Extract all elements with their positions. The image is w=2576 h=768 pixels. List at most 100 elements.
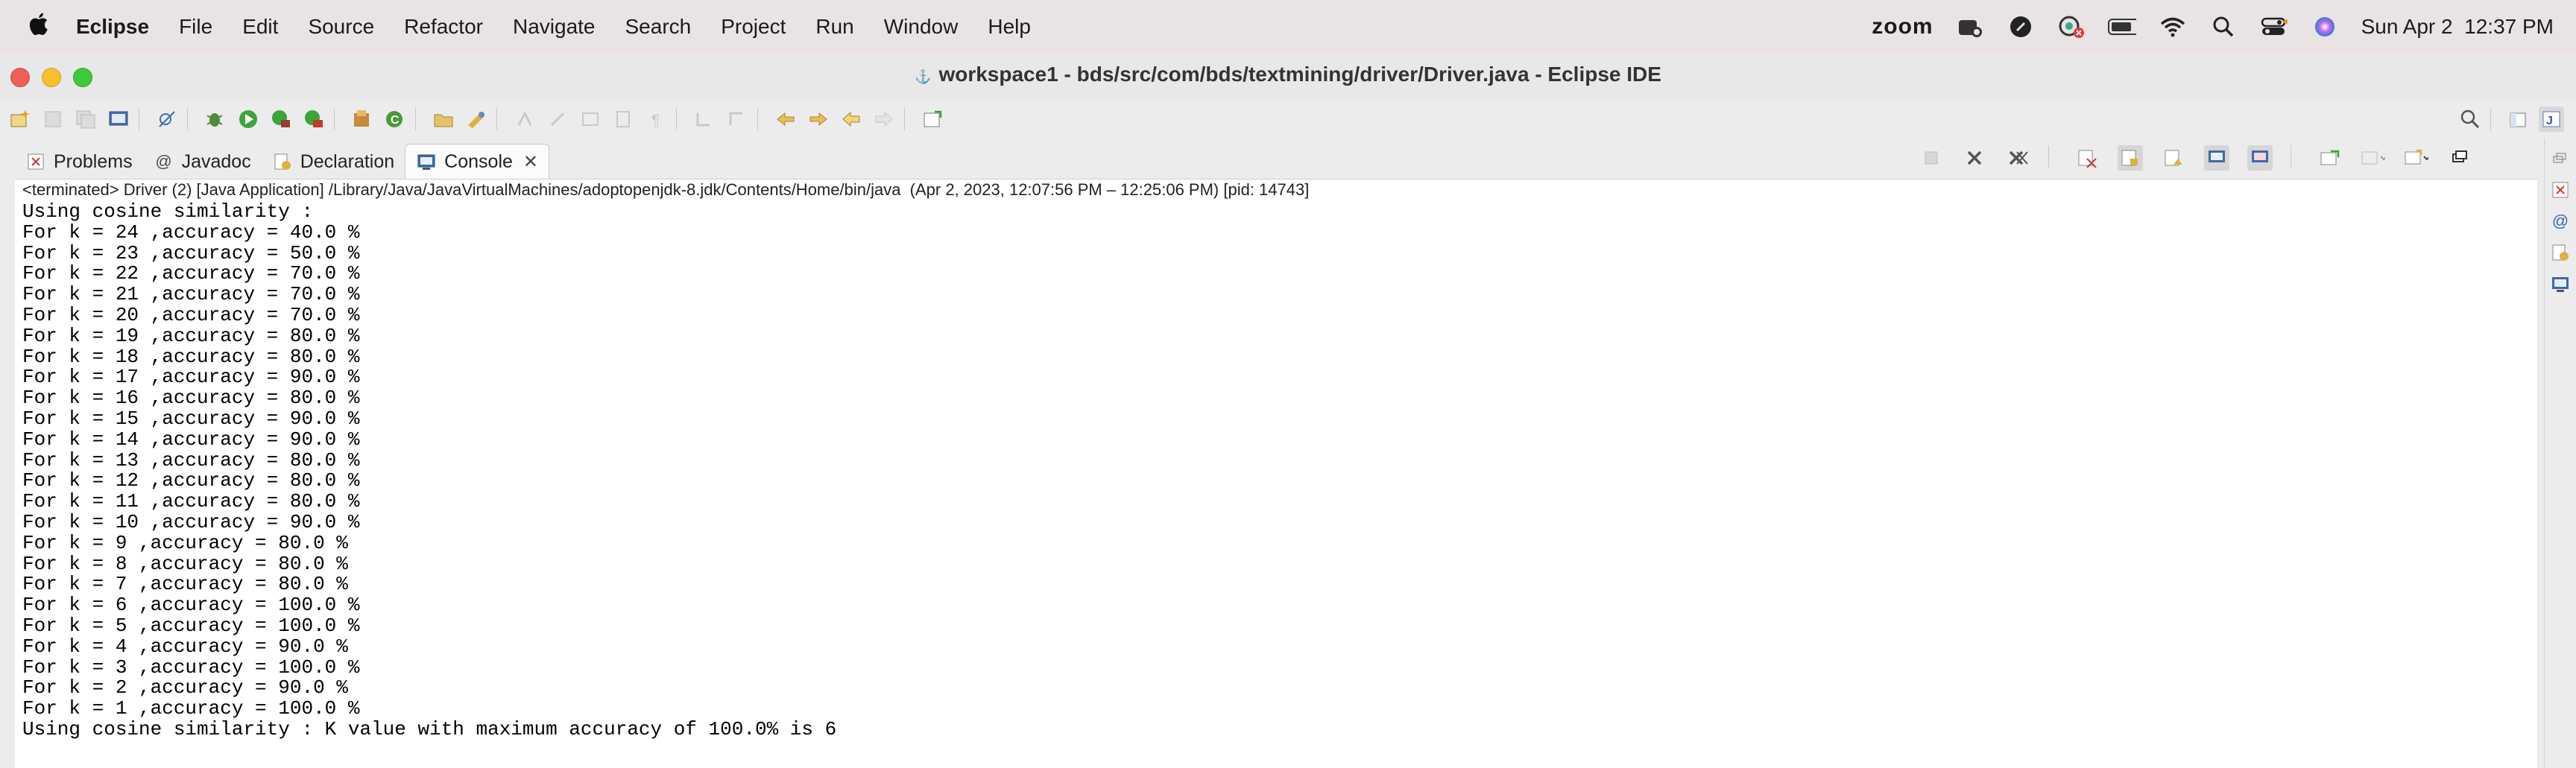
console-line: For k = 5 ,accuracy = 100.0 % — [22, 614, 360, 637]
console-line: For k = 4 ,accuracy = 90.0 % — [22, 635, 348, 658]
console-line: For k = 14 ,accuracy = 90.0 % — [22, 428, 360, 451]
display-selected-console-icon[interactable] — [2360, 145, 2385, 171]
console-line: For k = 23 ,accuracy = 50.0 % — [22, 241, 360, 264]
menu-edit[interactable]: Edit — [242, 15, 278, 39]
svg-text:C: C — [391, 114, 400, 127]
toggle-block-selection-icon[interactable] — [545, 107, 570, 132]
console-line: For k = 24 ,accuracy = 40.0 % — [22, 220, 360, 244]
status-tray: zoom Sun Apr 2 12:37 PM — [1872, 0, 2554, 54]
java-perspective-icon[interactable]: J — [2539, 107, 2564, 132]
pen-nib-icon[interactable] — [2007, 13, 2035, 41]
scroll-lock-icon[interactable] — [2118, 145, 2143, 171]
wifi-icon[interactable] — [2159, 13, 2187, 41]
at-sign-icon[interactable]: @ — [2549, 210, 2572, 232]
declaration-icon[interactable] — [2549, 241, 2572, 264]
menu-navigate[interactable]: Navigate — [513, 15, 596, 39]
apple-icon[interactable] — [27, 11, 57, 43]
tab-console[interactable]: Console ✕ — [405, 144, 550, 179]
next-annotation-icon[interactable] — [692, 107, 717, 132]
toggle-breadcrumb-icon[interactable] — [578, 107, 603, 132]
clear-console-icon[interactable] — [2074, 145, 2100, 171]
control-center-icon[interactable] — [2260, 13, 2288, 41]
toggle-mark-occurrences-icon[interactable] — [512, 107, 537, 132]
remove-launch-icon[interactable] — [1962, 145, 1987, 171]
window-title: ⚓ workspace1 - bds/src/com/bds/textmining… — [0, 63, 2576, 86]
console-output[interactable]: Using cosine similarity : For k = 24 ,acc… — [22, 200, 836, 740]
svg-text:¶: ¶ — [651, 112, 660, 129]
problems-icon[interactable] — [2549, 179, 2572, 201]
save-icon[interactable] — [40, 107, 66, 132]
console-line: For k = 8 ,accuracy = 80.0 % — [22, 552, 348, 575]
console-line: Using cosine similarity : — [22, 200, 314, 223]
time-machine-icon[interactable] — [1956, 13, 1984, 41]
run-external-tool-icon[interactable] — [268, 107, 294, 132]
close-icon[interactable]: ✕ — [523, 151, 538, 173]
menu-search[interactable]: Search — [625, 15, 692, 39]
menu-run[interactable]: Run — [815, 15, 853, 39]
console-line: For k = 11 ,accuracy = 80.0 % — [22, 490, 360, 513]
screen-share-blocked-icon[interactable] — [2057, 13, 2086, 41]
siri-icon[interactable] — [2311, 13, 2339, 41]
menu-window[interactable]: Window — [884, 15, 959, 39]
tab-declaration[interactable]: Declaration — [262, 145, 405, 179]
minimize-view-icon[interactable] — [2446, 145, 2472, 171]
back-icon[interactable] — [839, 107, 864, 132]
new-wizard-icon[interactable] — [7, 107, 33, 132]
show-console-on-stdout-icon[interactable] — [2204, 145, 2229, 171]
debug-icon[interactable] — [203, 107, 228, 132]
toolbar-separator — [334, 108, 335, 130]
open-console-menu-icon[interactable] — [2403, 145, 2428, 171]
console-line: For k = 15 ,accuracy = 90.0 % — [22, 407, 360, 430]
console-line: For k = 6 ,accuracy = 100.0 % — [22, 594, 360, 617]
search-icon[interactable] — [2457, 107, 2483, 132]
toolbar-separator — [757, 108, 758, 130]
previous-annotation-icon[interactable] — [724, 107, 750, 132]
run-icon[interactable] — [236, 107, 261, 132]
app-menu-eclipse[interactable]: Eclipse — [76, 15, 149, 39]
new-java-class-icon[interactable]: C — [382, 107, 408, 132]
zoom-status-item[interactable]: zoom — [1872, 14, 1933, 39]
coverage-icon[interactable] — [301, 107, 326, 132]
toolbar-separator — [2048, 145, 2049, 168]
menu-help[interactable]: Help — [988, 15, 1031, 39]
toolbar-separator — [187, 108, 188, 130]
toolbar-separator — [676, 108, 677, 130]
forward-icon[interactable] — [871, 107, 897, 132]
new-java-project-icon[interactable] — [350, 107, 375, 132]
menu-project[interactable]: Project — [721, 15, 786, 39]
tab-javadoc[interactable]: @ Javadoc — [143, 145, 262, 179]
console-icon[interactable] — [2549, 273, 2572, 295]
console-line: For k = 16 ,accuracy = 80.0 % — [22, 387, 360, 410]
menu-refactor[interactable]: Refactor — [404, 15, 483, 39]
open-perspective-icon[interactable] — [2506, 107, 2531, 132]
open-type-icon[interactable] — [431, 107, 456, 132]
search-icon[interactable] — [2209, 13, 2238, 41]
menu-file[interactable]: File — [179, 15, 212, 39]
console-line: For k = 2 ,accuracy = 90.0 % — [22, 676, 348, 699]
toggle-word-wrap-icon[interactable] — [610, 107, 636, 132]
remove-all-terminated-icon[interactable] — [2005, 145, 2030, 171]
last-edit-location-icon[interactable] — [773, 107, 798, 132]
console-line: For k = 3 ,accuracy = 100.0 % — [22, 656, 360, 679]
forward-edit-icon[interactable] — [806, 107, 831, 132]
console-view[interactable]: <terminated> Driver (2) [Java Applicatio… — [15, 179, 2537, 768]
declaration-icon — [272, 151, 293, 172]
battery-icon — [2107, 13, 2136, 41]
window-title-text: workspace1 - bds/src/com/bds/textmining/… — [938, 63, 1661, 86]
menu-source[interactable]: Source — [308, 15, 374, 39]
open-console-icon[interactable] — [106, 107, 131, 132]
toolbar-separator — [415, 108, 416, 130]
save-all-icon[interactable] — [73, 107, 98, 132]
terminate-icon[interactable] — [1919, 145, 1944, 171]
open-task-icon[interactable] — [464, 107, 489, 132]
clock[interactable]: Sun Apr 2 12:37 PM — [2361, 15, 2554, 39]
show-whitespace-icon[interactable]: ¶ — [643, 107, 669, 132]
pin-console-icon[interactable] — [2317, 145, 2342, 171]
tab-label: Declaration — [300, 150, 395, 172]
pin-editor-icon[interactable] — [920, 107, 945, 132]
restore-view-icon[interactable] — [2549, 147, 2572, 170]
show-console-on-stderr-icon[interactable] — [2247, 145, 2273, 171]
tab-problems[interactable]: Problems — [15, 145, 143, 179]
word-wrap-icon[interactable] — [2161, 145, 2186, 171]
skip-breakpoints-icon[interactable] — [154, 107, 180, 132]
